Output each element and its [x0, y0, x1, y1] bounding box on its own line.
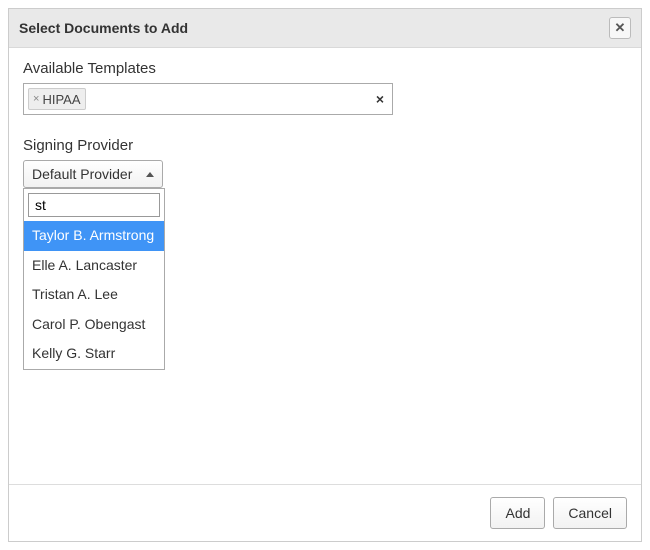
cancel-button-label: Cancel — [568, 505, 612, 521]
add-button[interactable]: Add — [490, 497, 545, 529]
clear-templates-icon[interactable]: × — [376, 91, 384, 107]
add-button-label: Add — [505, 505, 530, 521]
signing-option[interactable]: Taylor B. Armstrong — [24, 221, 164, 251]
dialog-title: Select Documents to Add — [19, 20, 188, 36]
signing-dropdown-panel: Taylor B. Armstrong Elle A. Lancaster Tr… — [23, 188, 165, 370]
dialog: Select Documents to Add ✕ Available Temp… — [8, 8, 642, 542]
token-remove-icon[interactable]: × — [33, 93, 39, 105]
close-icon: ✕ — [615, 20, 626, 36]
cancel-button[interactable]: Cancel — [553, 497, 627, 529]
signing-selected-value: Default Provider — [32, 166, 132, 182]
dialog-header: Select Documents to Add ✕ — [9, 9, 641, 48]
token-text: HIPAA — [42, 92, 80, 107]
chevron-up-icon — [146, 172, 154, 177]
signing-option[interactable]: Carol P. Obengast — [24, 310, 164, 340]
templates-input[interactable]: × HIPAA × — [23, 83, 393, 115]
dialog-footer: Add Cancel — [9, 484, 641, 541]
signing-dropdown-toggle[interactable]: Default Provider — [23, 160, 163, 188]
template-token[interactable]: × HIPAA — [28, 88, 86, 110]
signing-option[interactable]: Kelly G. Starr — [24, 339, 164, 369]
signing-search-input[interactable] — [28, 193, 160, 217]
dialog-body: Available Templates × HIPAA × nsible Pro… — [9, 48, 641, 484]
signing-option[interactable]: Elle A. Lancaster — [24, 251, 164, 281]
signing-option[interactable]: Tristan A. Lee — [24, 280, 164, 310]
signing-option-list[interactable]: Taylor B. Armstrong Elle A. Lancaster Tr… — [24, 221, 164, 369]
signing-label: Signing Provider — [23, 137, 627, 154]
close-button[interactable]: ✕ — [609, 17, 631, 39]
signing-provider-block: Signing Provider Default Provider Taylor… — [23, 137, 627, 188]
templates-label: Available Templates — [23, 60, 627, 77]
